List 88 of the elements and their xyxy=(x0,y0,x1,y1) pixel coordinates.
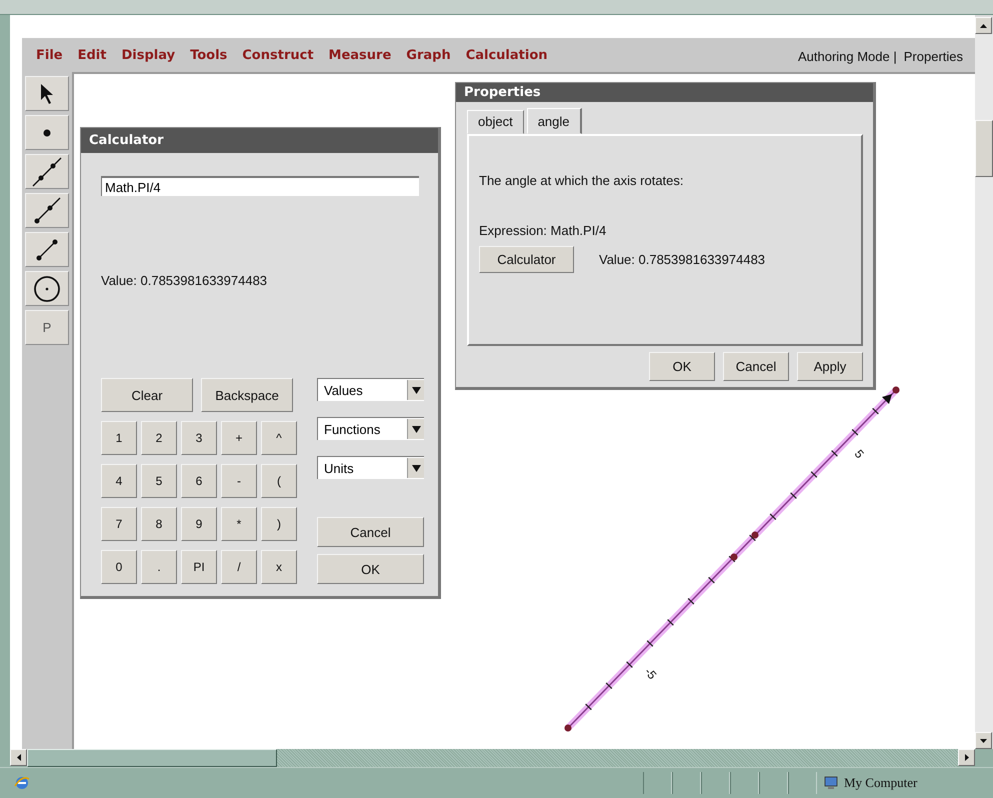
menu-item[interactable]: Construct xyxy=(242,48,314,62)
dialog-button[interactable]: Cancel xyxy=(723,352,789,381)
key-button[interactable]: 1 xyxy=(101,421,137,455)
menu-item[interactable]: Edit xyxy=(78,48,106,62)
point-marker xyxy=(892,386,900,394)
expression-text: Expression: Math.PI/4 xyxy=(479,223,608,238)
dialog-button[interactable]: OK xyxy=(649,352,715,381)
dropdown[interactable]: Values xyxy=(317,378,424,401)
arrowhead xyxy=(882,394,892,404)
key-button[interactable]: * xyxy=(221,507,257,541)
menu-item[interactable]: Graph xyxy=(406,48,451,62)
key-button[interactable]: / xyxy=(221,550,257,584)
description-text: The angle at which the axis rotates: xyxy=(479,173,685,188)
dialog-button[interactable]: Apply xyxy=(797,352,863,381)
scroll-right-button[interactable] xyxy=(958,749,975,766)
status-pane xyxy=(788,772,817,794)
status-pane xyxy=(730,772,759,794)
segment-tool-button[interactable] xyxy=(25,232,69,267)
line-tool-button[interactable] xyxy=(25,154,69,189)
action-button[interactable]: Backspace xyxy=(201,378,293,412)
menu-item[interactable]: File xyxy=(36,48,63,62)
menu-item[interactable]: Measure xyxy=(328,48,392,62)
key-button[interactable]: 2 xyxy=(141,421,177,455)
ray-icon xyxy=(33,196,61,224)
tick-label: 5 xyxy=(852,446,867,462)
mode-link[interactable]: Authoring Mode | xyxy=(798,49,897,64)
menu-item[interactable]: Calculation xyxy=(466,48,548,62)
key-button[interactable]: x xyxy=(261,550,297,584)
line-icon xyxy=(32,156,62,186)
key-button[interactable]: - xyxy=(221,464,257,498)
status-pane xyxy=(759,772,788,794)
key-button[interactable]: 3 xyxy=(181,421,217,455)
left-arrow-icon xyxy=(16,754,20,761)
dialog-title: Calculator xyxy=(81,128,438,153)
dialog-button[interactable]: Cancel xyxy=(317,517,424,547)
arrow-tool-button[interactable] xyxy=(25,76,69,111)
circle-icon xyxy=(33,274,61,302)
menu-item[interactable]: Tools xyxy=(190,48,228,62)
action-button[interactable]: Clear xyxy=(101,378,193,412)
scroll-down-button[interactable] xyxy=(975,732,992,749)
point-marker xyxy=(730,554,738,560)
tab[interactable]: angle xyxy=(526,108,582,134)
key-button[interactable]: 4 xyxy=(101,464,137,498)
dropdown[interactable]: Functions xyxy=(317,417,424,440)
up-arrow-icon xyxy=(980,24,987,28)
menu-item[interactable]: Display xyxy=(121,48,176,62)
key-button[interactable]: ( xyxy=(261,464,297,498)
segment-icon xyxy=(35,238,59,262)
vertical-scrollbar[interactable] xyxy=(975,15,993,749)
text-tool-button[interactable]: P xyxy=(25,310,69,345)
key-button[interactable]: PI xyxy=(181,550,217,584)
point-marker xyxy=(564,724,572,732)
key-button[interactable]: 0 xyxy=(101,550,137,584)
right-arrow-icon xyxy=(964,754,968,761)
key-button[interactable]: . xyxy=(141,550,177,584)
calculator-button[interactable]: Calculator xyxy=(479,246,574,273)
key-button[interactable]: ) xyxy=(261,507,297,541)
key-button[interactable]: 9 xyxy=(181,507,217,541)
tick-label: -5 xyxy=(642,664,660,682)
zone-text: My Computer xyxy=(844,775,918,791)
key-button[interactable]: 7 xyxy=(101,507,137,541)
value-text: Value: 0.7853981633974483 xyxy=(599,252,766,267)
ray-tool-button[interactable] xyxy=(25,193,69,228)
scroll-up-button[interactable] xyxy=(975,17,992,34)
key-button[interactable]: 6 xyxy=(181,464,217,498)
scroll-left-button[interactable] xyxy=(10,749,27,766)
mode-link[interactable]: Properties xyxy=(904,49,963,64)
circle-tool-button[interactable] xyxy=(25,271,69,306)
down-arrow-icon xyxy=(980,738,987,742)
browser-icon xyxy=(14,775,30,791)
value-text: Value: 0.7853981633974483 xyxy=(101,273,268,288)
status-pane xyxy=(701,772,730,794)
point-marker xyxy=(752,532,758,538)
computer-icon xyxy=(823,775,839,791)
expression-field[interactable]: Math.PI/4 xyxy=(101,176,419,196)
dropdown[interactable]: Units xyxy=(317,456,424,479)
key-button[interactable]: + xyxy=(221,421,257,455)
point-icon xyxy=(43,128,51,136)
status-pane xyxy=(643,772,672,794)
key-button[interactable]: 8 xyxy=(141,507,177,541)
dialog-title: Properties xyxy=(456,83,873,102)
status-pane xyxy=(672,772,701,794)
key-button[interactable]: 5 xyxy=(141,464,177,498)
scrollbar-thumb[interactable] xyxy=(27,749,277,767)
tab[interactable]: object xyxy=(467,110,524,134)
dialog-button[interactable]: OK xyxy=(317,554,424,584)
point-tool-button[interactable] xyxy=(25,115,69,150)
key-button[interactable]: ^ xyxy=(261,421,297,455)
